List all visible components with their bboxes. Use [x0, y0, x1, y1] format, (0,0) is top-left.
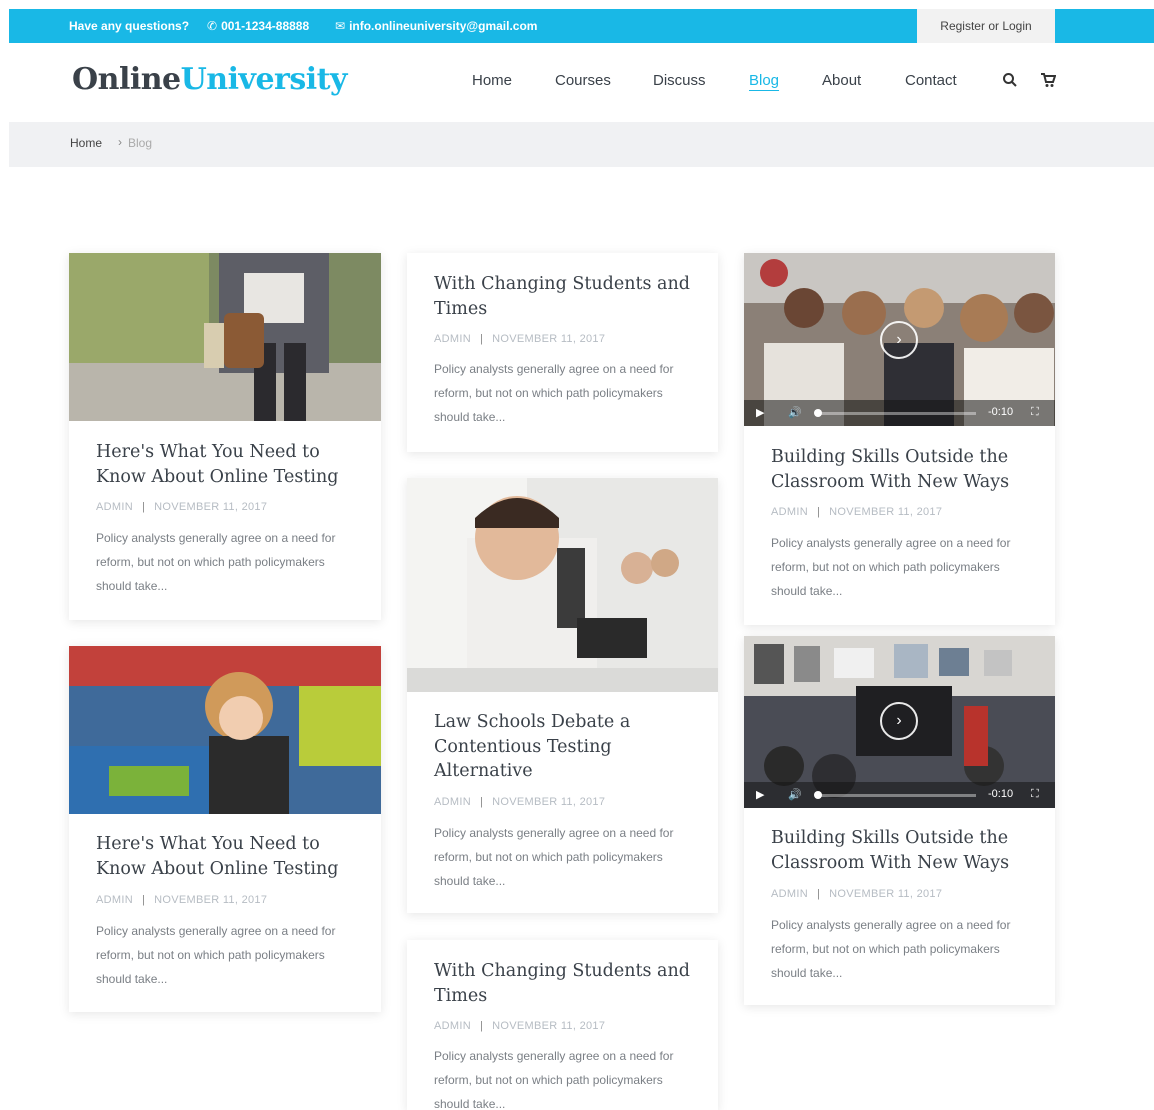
breadcrumb-separator: › [118, 135, 122, 149]
video-progress-knob[interactable] [814, 409, 822, 417]
post-excerpt: Policy analysts generally agree on a nee… [434, 826, 674, 888]
post-date: NOVEMBER 11, 2017 [154, 501, 268, 513]
post-date: NOVEMBER 11, 2017 [154, 894, 268, 906]
cart-icon[interactable] [1040, 72, 1057, 92]
fullscreen-icon[interactable]: ⛶ [1031, 788, 1039, 801]
questions-text: Have any questions? [69, 19, 190, 33]
site-logo[interactable]: OnlineUniversity [72, 62, 347, 97]
post-excerpt: Policy analysts generally agree on a nee… [96, 531, 336, 593]
play-icon[interactable]: ▶ [756, 788, 764, 801]
post-title[interactable]: Here's What You Need to Know About Onlin… [96, 440, 366, 489]
post-title[interactable]: Here's What You Need to Know About Onlin… [96, 832, 366, 881]
email-icon: ✉ [335, 19, 346, 33]
post-excerpt: Policy analysts generally agree on a nee… [434, 1049, 674, 1110]
post-date: NOVEMBER 11, 2017 [829, 888, 943, 900]
post-card[interactable]: With Changing Students and Times ADMIN | N… [407, 253, 718, 452]
breadcrumb: Home › Blog [9, 122, 1154, 167]
post-card[interactable]: Law Schools Debate a Contentious Testing… [407, 478, 718, 913]
video-time: -0:10 [988, 406, 1014, 418]
fullscreen-icon[interactable]: ⛶ [1031, 406, 1039, 419]
register-login-button[interactable]: Register or Login [917, 9, 1055, 43]
post-title[interactable]: Law Schools Debate a Contentious Testing… [434, 710, 654, 784]
post-meta: ADMIN | NOVEMBER 11, 2017 [96, 894, 268, 906]
video-controls: ▶ 🔊 -0:10 ⛶ [744, 400, 1055, 426]
post-meta: ADMIN | NOVEMBER 11, 2017 [434, 1020, 606, 1032]
post-author[interactable]: ADMIN [96, 501, 133, 513]
volume-icon[interactable]: 🔊 [788, 788, 802, 801]
logo-part-online: Online [72, 62, 181, 97]
phone-icon: ✆ [207, 19, 218, 33]
email-contact[interactable]: ✉ info.onlineuniversity@gmail.com [335, 9, 537, 43]
video-progress-track[interactable] [816, 412, 976, 415]
breadcrumb-current: Blog [128, 136, 153, 150]
post-card[interactable]: Here's What You Need to Know About Onlin… [69, 253, 381, 620]
post-excerpt: Policy analysts generally agree on a nee… [771, 918, 1011, 980]
post-author[interactable]: ADMIN [434, 333, 471, 345]
post-thumbnail-image[interactable] [69, 253, 381, 421]
logo-part-university: University [180, 62, 348, 97]
video-progress-track[interactable] [816, 794, 976, 797]
post-thumbnail-image[interactable] [407, 478, 718, 692]
post-title[interactable]: With Changing Students and Times [434, 959, 704, 1008]
post-title[interactable]: With Changing Students and Times [434, 272, 704, 321]
post-card[interactable]: Here's What You Need to Know About Onlin… [69, 646, 381, 1012]
post-author[interactable]: ADMIN [771, 506, 808, 518]
post-meta: ADMIN | NOVEMBER 11, 2017 [771, 506, 943, 518]
breadcrumb-home[interactable]: Home [70, 136, 102, 150]
post-date: NOVEMBER 11, 2017 [829, 506, 943, 518]
post-card[interactable]: › ▶ 🔊 -0:10 ⛶ Building Skills Outside th… [744, 253, 1055, 625]
post-video[interactable]: › ▶ 🔊 -0:10 ⛶ [744, 636, 1055, 808]
post-excerpt: Policy analysts generally agree on a nee… [771, 536, 1011, 598]
nav-blog[interactable]: Blog [749, 72, 779, 89]
search-icon[interactable] [1002, 72, 1018, 92]
post-excerpt: Policy analysts generally agree on a nee… [96, 924, 336, 986]
post-author[interactable]: ADMIN [96, 894, 133, 906]
email-address: info.onlineuniversity@gmail.com [349, 19, 538, 33]
post-date: NOVEMBER 11, 2017 [492, 1020, 606, 1032]
top-bar: Have any questions? ✆ 001-1234-88888 ✉ inf… [9, 9, 1154, 43]
post-author[interactable]: ADMIN [434, 796, 471, 808]
post-meta: ADMIN | NOVEMBER 11, 2017 [434, 796, 606, 808]
post-card[interactable]: › ▶ 🔊 -0:10 ⛶ Building Skills Outside th… [744, 636, 1055, 1005]
video-controls: ▶ 🔊 -0:10 ⛶ [744, 782, 1055, 808]
nav-about[interactable]: About [822, 72, 861, 89]
post-author[interactable]: ADMIN [434, 1020, 471, 1032]
post-meta: ADMIN | NOVEMBER 11, 2017 [434, 333, 606, 345]
post-meta: ADMIN | NOVEMBER 11, 2017 [96, 501, 268, 513]
play-icon[interactable]: ▶ [756, 406, 764, 419]
post-author[interactable]: ADMIN [771, 888, 808, 900]
post-meta: ADMIN | NOVEMBER 11, 2017 [771, 888, 943, 900]
nav-contact[interactable]: Contact [905, 72, 957, 89]
volume-icon[interactable]: 🔊 [788, 406, 802, 419]
nav-discuss[interactable]: Discuss [653, 72, 706, 89]
phone-contact[interactable]: ✆ 001-1234-88888 [207, 9, 309, 43]
video-play-overlay-icon[interactable]: › [880, 321, 918, 359]
post-thumbnail-image[interactable] [69, 646, 381, 814]
video-play-overlay-icon[interactable]: › [880, 702, 918, 740]
video-time: -0:10 [988, 788, 1014, 800]
post-card[interactable]: With Changing Students and Times ADMIN | N… [407, 940, 718, 1110]
post-video[interactable]: › ▶ 🔊 -0:10 ⛶ [744, 253, 1055, 426]
post-date: NOVEMBER 11, 2017 [492, 333, 606, 345]
phone-number: 001-1234-88888 [221, 19, 310, 33]
nav-home[interactable]: Home [472, 72, 512, 89]
post-title[interactable]: Building Skills Outside the Classroom Wi… [771, 445, 1031, 494]
post-title[interactable]: Building Skills Outside the Classroom Wi… [771, 826, 1031, 875]
nav-courses[interactable]: Courses [555, 72, 611, 89]
post-date: NOVEMBER 11, 2017 [492, 796, 606, 808]
video-progress-knob[interactable] [814, 791, 822, 799]
post-excerpt: Policy analysts generally agree on a nee… [434, 362, 674, 424]
